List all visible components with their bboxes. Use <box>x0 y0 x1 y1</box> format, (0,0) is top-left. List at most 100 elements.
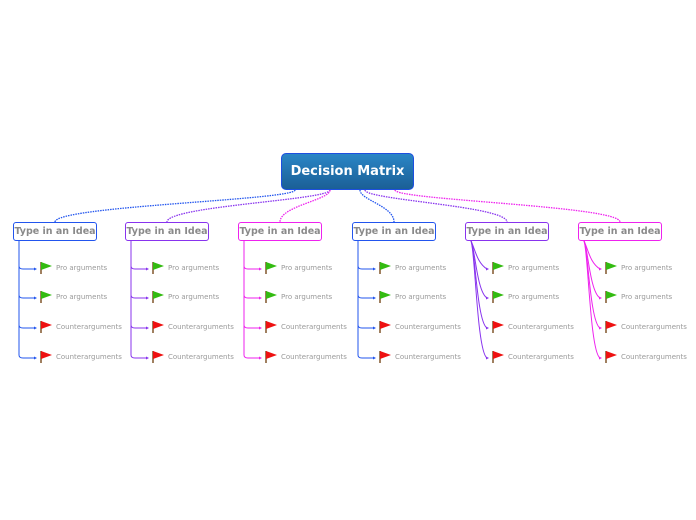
arrowhead-icon <box>373 356 376 360</box>
topic-to-subtopic-connector <box>357 241 374 270</box>
subtopic-label: Counterarguments <box>508 353 574 361</box>
subtopic-node[interactable]: Pro arguments <box>39 290 107 304</box>
topic-label: Type in an Idea <box>579 226 661 237</box>
green-flag-icon <box>491 290 505 304</box>
subtopic-label: Pro arguments <box>508 293 560 301</box>
red-flag-icon <box>378 350 392 364</box>
arrowhead-icon <box>146 326 149 330</box>
arrowhead-icon <box>34 267 37 271</box>
arrowhead-icon <box>259 356 262 360</box>
subtopic-node[interactable]: Counterarguments <box>491 320 574 334</box>
subtopic-node[interactable]: Counterarguments <box>151 350 234 364</box>
subtopic-label: Pro arguments <box>395 264 447 272</box>
topic-label: Type in an Idea <box>353 226 435 237</box>
red-flag-icon <box>604 320 618 334</box>
subtopic-node[interactable]: Pro arguments <box>604 290 672 304</box>
subtopic-node[interactable]: Counterarguments <box>604 350 687 364</box>
subtopic-node[interactable]: Counterarguments <box>378 320 461 334</box>
subtopic-node[interactable]: Counterarguments <box>151 320 234 334</box>
red-flag-icon <box>151 320 165 334</box>
green-flag-icon <box>39 290 53 304</box>
subtopic-node[interactable]: Pro arguments <box>378 261 446 275</box>
subtopic-node[interactable]: Pro arguments <box>491 261 559 275</box>
connector-layer <box>18 189 621 360</box>
topic-to-subtopic-connector <box>470 240 488 299</box>
topic-to-subtopic-connector <box>357 241 374 329</box>
root-to-topic-connector <box>54 189 296 223</box>
subtopic-label: Counterarguments <box>395 353 461 361</box>
arrowhead-icon <box>599 356 602 360</box>
subtopic-label: Counterarguments <box>508 323 574 331</box>
red-flag-icon <box>491 320 505 334</box>
arrowhead-icon <box>486 326 489 330</box>
topic-to-subtopic-connector <box>18 241 35 329</box>
subtopic-node[interactable]: Pro arguments <box>491 290 559 304</box>
arrowhead-icon <box>146 356 149 360</box>
subtopic-label: Pro arguments <box>395 293 447 301</box>
topic-to-subtopic-connector <box>130 241 147 359</box>
subtopic-node[interactable]: Pro arguments <box>264 290 332 304</box>
subtopic-node[interactable]: Pro arguments <box>378 290 446 304</box>
arrowhead-icon <box>599 267 602 271</box>
arrowhead-icon <box>34 326 37 330</box>
green-flag-icon <box>378 261 392 275</box>
subtopic-node[interactable]: Pro arguments <box>604 261 672 275</box>
green-flag-icon <box>604 290 618 304</box>
subtopic-label: Counterarguments <box>395 323 461 331</box>
root-node-decision-matrix[interactable]: Decision Matrix <box>281 153 414 190</box>
subtopic-node[interactable]: Counterarguments <box>264 320 347 334</box>
green-flag-icon <box>39 261 53 275</box>
arrowhead-icon <box>34 296 37 300</box>
subtopic-node[interactable]: Pro arguments <box>151 290 219 304</box>
topic-node[interactable]: Type in an Idea <box>352 222 436 241</box>
subtopic-label: Counterarguments <box>168 353 234 361</box>
subtopic-label: Pro arguments <box>168 264 220 272</box>
subtopic-node[interactable]: Counterarguments <box>39 350 122 364</box>
red-flag-icon <box>491 350 505 364</box>
arrowhead-icon <box>34 356 37 360</box>
subtopic-node[interactable]: Counterarguments <box>264 350 347 364</box>
subtopic-label: Pro arguments <box>508 264 560 272</box>
topic-node[interactable]: Type in an Idea <box>578 222 662 241</box>
red-flag-icon <box>39 350 53 364</box>
green-flag-icon <box>378 290 392 304</box>
topic-node[interactable]: Type in an Idea <box>13 222 97 241</box>
green-flag-icon <box>151 261 165 275</box>
subtopic-label: Counterarguments <box>621 353 687 361</box>
subtopic-node[interactable]: Pro arguments <box>39 261 107 275</box>
topic-node[interactable]: Type in an Idea <box>238 222 322 241</box>
subtopic-node[interactable]: Counterarguments <box>378 350 461 364</box>
topic-to-subtopic-connector <box>243 241 260 270</box>
subtopic-label: Pro arguments <box>56 264 108 272</box>
subtopic-node[interactable]: Counterarguments <box>604 320 687 334</box>
arrowhead-icon <box>486 296 489 300</box>
root-to-topic-connector <box>364 189 508 223</box>
green-flag-icon <box>151 290 165 304</box>
subtopic-label: Counterarguments <box>281 353 347 361</box>
root-node-label: Decision Matrix <box>290 164 405 179</box>
subtopic-label: Pro arguments <box>56 293 108 301</box>
topic-to-subtopic-connector <box>18 241 35 270</box>
subtopic-label: Counterarguments <box>281 323 347 331</box>
subtopic-label: Pro arguments <box>281 264 333 272</box>
arrowhead-icon <box>599 326 602 330</box>
arrowhead-icon <box>259 267 262 271</box>
topic-to-subtopic-connector <box>243 241 260 329</box>
red-flag-icon <box>264 320 278 334</box>
root-to-topic-connector <box>279 189 331 223</box>
subtopic-node[interactable]: Pro arguments <box>151 261 219 275</box>
subtopic-node[interactable]: Pro arguments <box>264 261 332 275</box>
arrowhead-icon <box>259 296 262 300</box>
subtopic-node[interactable]: Counterarguments <box>39 320 122 334</box>
topic-to-subtopic-connector <box>130 241 147 329</box>
arrowhead-icon <box>146 296 149 300</box>
subtopic-label: Pro arguments <box>281 293 333 301</box>
arrowhead-icon <box>486 267 489 271</box>
topic-node[interactable]: Type in an Idea <box>465 222 549 241</box>
arrowhead-icon <box>146 267 149 271</box>
root-to-topic-connector <box>166 189 331 223</box>
subtopic-node[interactable]: Counterarguments <box>491 350 574 364</box>
topic-node[interactable]: Type in an Idea <box>125 222 209 241</box>
red-flag-icon <box>378 320 392 334</box>
green-flag-icon <box>264 290 278 304</box>
